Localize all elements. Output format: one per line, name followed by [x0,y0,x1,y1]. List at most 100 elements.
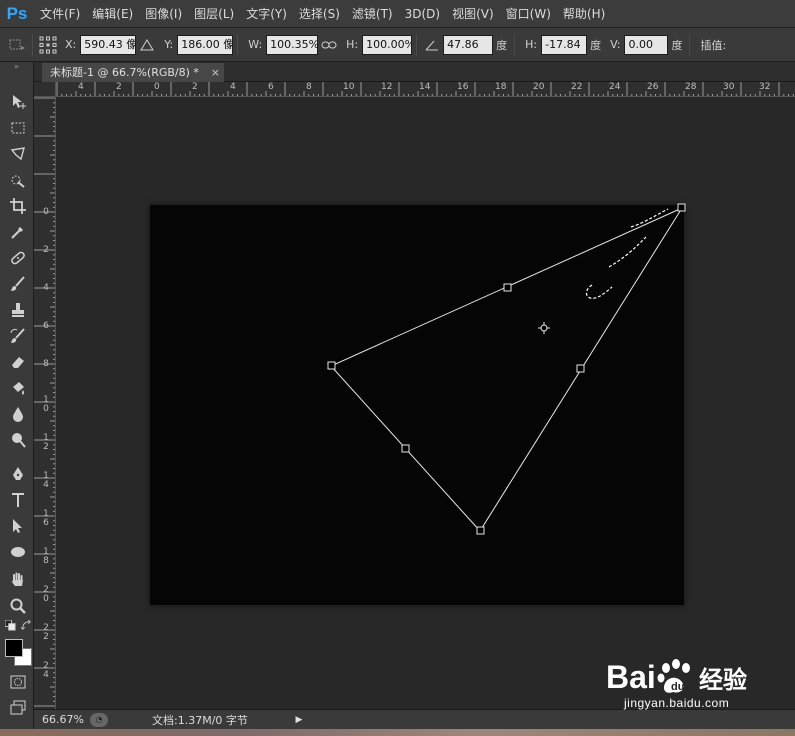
move-icon[interactable] [5,90,31,114]
document-workspace[interactable] [56,97,795,709]
status-menu-arrow-icon[interactable]: ▶ [292,713,306,727]
menu-select[interactable]: 选择(S) [293,0,346,28]
blur-icon[interactable] [5,402,31,426]
zoom-level[interactable]: 66.67% [34,713,90,726]
menu-edit[interactable]: 编辑(E) [86,0,139,28]
relative-position-icon[interactable] [136,34,158,56]
gradient-icon[interactable] [5,376,31,400]
brush-icon[interactable] [5,272,31,296]
ruler-tick-label: 18 [495,82,507,92]
swap-colors-icon[interactable] [18,618,34,632]
type-icon[interactable] [5,488,31,512]
link-icon[interactable] [318,34,340,56]
pen-icon[interactable] [5,462,31,486]
tools-panel: » [0,62,34,736]
eyedropper-icon[interactable] [5,220,31,244]
menu-window[interactable]: 窗口(W) [500,0,557,28]
transform-handle-bottom[interactable] [476,526,485,535]
rotate-input[interactable]: 47.86 [443,34,494,55]
menu-image[interactable]: 图像(I) [139,0,188,28]
transform-handle-top-mid[interactable] [503,283,512,292]
marquee-icon[interactable] [5,116,31,140]
ruler-tick-label: 24 [609,82,621,92]
ruler-tick-label: 16 [43,509,49,528]
vskew-label: V: [610,38,621,51]
menu-filter[interactable]: 滤镜(T) [346,0,399,28]
ruler-origin[interactable] [34,82,56,97]
close-icon[interactable]: × [211,63,220,82]
transform-bounding-path [330,206,684,532]
ruler-tick-label: 20 [43,585,49,604]
ruler-tick-label: 4 [230,82,236,92]
height-input[interactable]: 100.00% [362,34,413,55]
w-label: W: [248,38,263,51]
zoom-icon[interactable] [5,594,31,618]
ruler-tick-label: 8 [306,82,312,92]
taskbar [0,729,795,736]
path-select-icon[interactable] [5,514,31,538]
reference-point-icon[interactable] [37,34,59,56]
y-input[interactable]: 186.00 像 [177,34,234,55]
healing-icon[interactable] [5,246,31,270]
options-separator [416,33,418,56]
transform-tool-icon[interactable] [6,34,28,56]
default-colors-icon[interactable] [2,618,18,632]
menu-3d[interactable]: 3D(D) [399,0,446,28]
hskew-unit: 度 [590,38,602,52]
ellipse-icon[interactable] [5,540,31,564]
crop-icon[interactable] [5,194,31,218]
svg-text:经验: 经验 [699,666,747,694]
transform-handle-left-mid[interactable] [401,444,410,453]
menu-view[interactable]: 视图(V) [446,0,500,28]
eraser-icon[interactable] [5,350,31,374]
ruler-tick-label: 28 [685,82,697,92]
lasso-icon[interactable] [5,142,31,166]
h-label: H: [346,38,359,51]
foreground-color-swatch[interactable] [5,639,23,657]
hskew-input[interactable]: -17.84 [541,34,588,55]
quick-select-icon[interactable] [5,168,31,192]
ruler-tick-label: 2 [192,82,198,92]
ruler-tick-label: 14 [419,82,431,92]
status-info-icon[interactable]: ◔ [90,712,108,727]
foreground-background-colors[interactable] [4,636,34,668]
options-separator [237,33,239,56]
hskew-label: H: [525,38,538,51]
ruler-tick-label: 6 [268,82,274,92]
menu-layer[interactable]: 图层(L) [188,0,240,28]
x-input[interactable]: 590.43 像 [80,34,137,55]
horizontal-ruler[interactable]: 4 2 0 2 4 6 8 10 12 14 16 18 20 22 24 26… [56,82,795,97]
ruler-tick-label: 14 [43,471,49,490]
vskew-input[interactable]: 0.00 [624,34,669,55]
vertical-ruler[interactable]: 0 2 4 6 8 10 12 14 16 18 20 22 24 [34,97,56,709]
ruler-tick-label: 24 [43,661,49,680]
ruler-tick-label: 16 [457,82,469,92]
history-brush-icon[interactable] [5,324,31,348]
reference-point-crosshair-icon[interactable] [538,322,550,334]
menu-type[interactable]: 文字(Y) [240,0,293,28]
stamp-icon[interactable] [5,298,31,322]
menu-file[interactable]: 文件(F) [34,0,86,28]
transform-handle-top-right[interactable] [677,203,686,212]
ruler-tick-label: 10 [343,82,355,92]
transform-overlay[interactable] [56,97,795,709]
ruler-tick-label: 10 [43,395,49,414]
ruler-tick-label: 2 [116,82,122,92]
photoshop-window: Ps 文件(F) 编辑(E) 图像(I) 图层(L) 文字(Y) 选择(S) 滤… [0,0,795,736]
document-tab[interactable]: 未标题-1 @ 66.7%(RGB/8) * × [42,63,224,82]
y-label: Y: [164,38,174,51]
menu-help[interactable]: 帮助(H) [557,0,611,28]
ruler-tick-label: 20 [533,82,545,92]
hand-icon[interactable] [5,568,31,592]
ruler-tick-label: 4 [43,283,49,293]
width-input[interactable]: 100.35% [266,34,319,55]
transform-handle-left[interactable] [327,361,336,370]
rotate-angle-icon [421,34,443,56]
dodge-icon[interactable] [5,428,31,452]
transform-handle-right-mid[interactable] [576,364,585,373]
panel-collapse-icon[interactable]: » [0,62,33,72]
ruler-tick-label: 4 [78,82,84,92]
svg-text:du: du [671,681,684,693]
screen-mode-icon[interactable] [5,696,31,720]
quick-mask-icon[interactable] [5,670,31,694]
